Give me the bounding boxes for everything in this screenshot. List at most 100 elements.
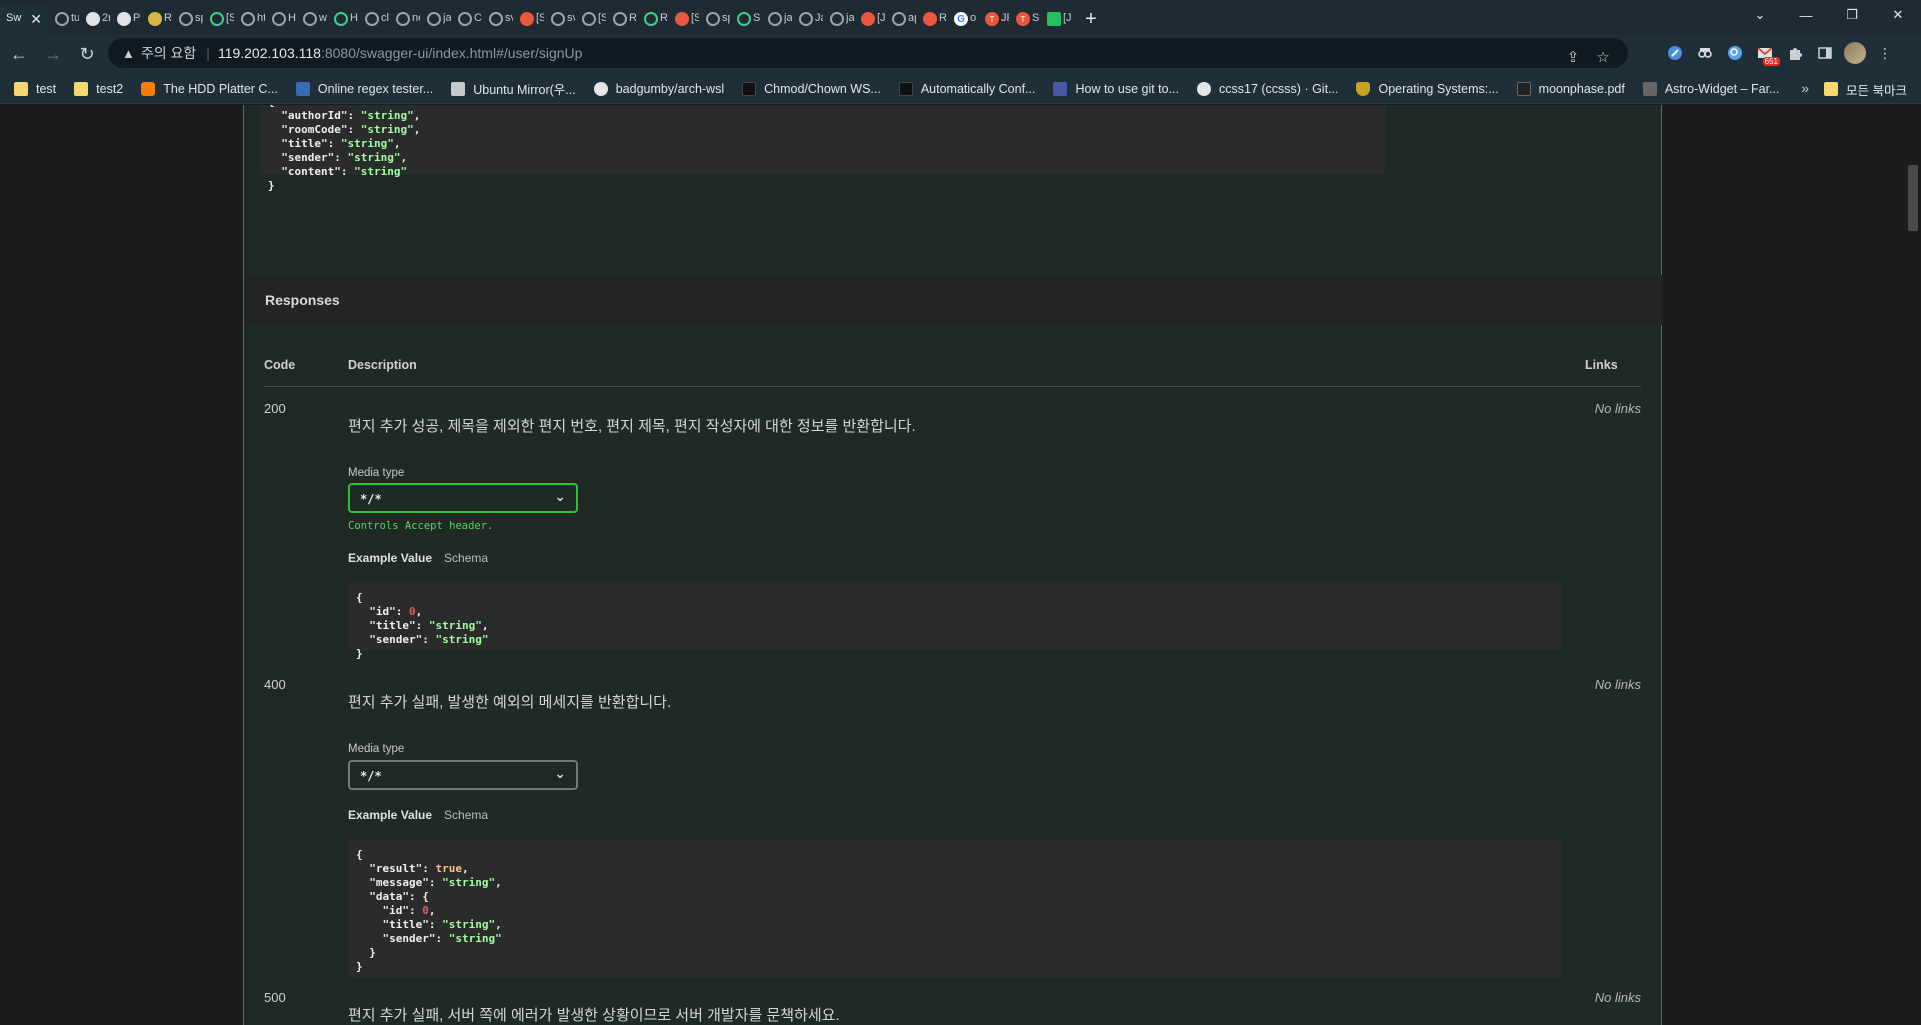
browser-tab[interactable]: ht — [235, 4, 265, 34]
restore-button[interactable]: ❐ — [1829, 0, 1875, 30]
address-bar[interactable]: ▲ 주의 요함 | 119.202.103.118 :8080/swagger-… — [108, 38, 1628, 68]
browser-tab[interactable]: Pr — [111, 4, 141, 34]
bookmark-item[interactable]: ccss17 (ccsss) · Git... — [1197, 81, 1338, 96]
browser-tab[interactable]: TSp — [1010, 4, 1040, 34]
browser-tab[interactable]: [S — [669, 4, 699, 34]
bookmark-item[interactable]: Automatically Conf... — [898, 81, 1035, 96]
browser-tab[interactable]: R — [917, 4, 947, 34]
browser-tab[interactable]: [S — [204, 4, 234, 34]
browser-tab[interactable]: H — [266, 4, 296, 34]
tab-label: R — [629, 12, 637, 24]
bookmark-list: test test2 The HDD Platter C... Online rege… — [14, 79, 1797, 98]
site-icon — [675, 12, 689, 26]
tab-schema[interactable]: Schema — [444, 808, 488, 822]
browser-tab[interactable]: sp — [173, 4, 203, 34]
browser-tab[interactable]: sv — [483, 4, 513, 34]
tab-schema[interactable]: Schema — [444, 551, 488, 565]
media-type-select[interactable]: */* ⌄ — [348, 483, 578, 513]
browser-tab[interactable]: TJF — [979, 4, 1009, 34]
browser-tab[interactable]: R — [607, 4, 637, 34]
scrollbar-thumb[interactable] — [1908, 165, 1918, 231]
share-icon[interactable]: ⇪ — [1558, 42, 1588, 72]
browser-tab[interactable]: Rl — [142, 4, 172, 34]
spy-extension-icon[interactable] — [1690, 38, 1720, 68]
bookmark-item[interactable]: Astro-Widget – Far... — [1642, 81, 1779, 96]
r-icon — [295, 81, 310, 96]
close-window-button[interactable]: ✕ — [1875, 0, 1921, 30]
browser-tab[interactable]: ne — [390, 4, 420, 34]
pen-extension-icon[interactable] — [1660, 38, 1690, 68]
browser-tab[interactable]: sp — [700, 4, 730, 34]
bookmark-item[interactable]: badgumby/arch-wsl — [593, 81, 724, 96]
more-bookmarks-icon[interactable]: » — [1801, 80, 1809, 96]
bookmark-label: moonphase.pdf — [1538, 81, 1625, 96]
bookmark-star-icon[interactable]: ☆ — [1588, 42, 1618, 72]
browser-tab[interactable]: H — [328, 4, 358, 34]
tab-active[interactable]: Sw ✕ — [0, 4, 48, 34]
tab-label: R — [939, 12, 947, 24]
forward-button[interactable]: → — [38, 39, 68, 69]
tab-example-value[interactable]: Example Value — [348, 551, 432, 565]
browser-tab[interactable]: [J — [855, 4, 885, 34]
responses-header: Responses — [245, 275, 1662, 325]
nb-icon — [1053, 81, 1068, 96]
close-tab-icon[interactable]: ✕ — [30, 11, 42, 28]
browser-toolbar: ← → ↻ ▲ 주의 요함 | 119.202.103.118 :8080/sw… — [0, 34, 1921, 74]
bookmark-item[interactable]: Chmod/Chown WS... — [742, 81, 881, 96]
search-extension-icon[interactable] — [1720, 38, 1750, 68]
bookmark-item[interactable]: test — [14, 81, 56, 96]
browser-tab[interactable]: cl — [359, 4, 389, 34]
bookmark-item[interactable]: Ubuntu Mirror(우... — [451, 79, 576, 98]
browser-tab[interactable]: ja — [421, 4, 451, 34]
operation-panel: { "authorId": "string", "roomCode": "str… — [243, 105, 1662, 1025]
tab-label: ja — [784, 12, 792, 24]
browser-tab[interactable]: 2r — [80, 4, 110, 34]
browser-tab[interactable]: [S — [576, 4, 606, 34]
tab-label: ja — [443, 12, 451, 24]
response-example-400: { "result": true, "message": "string", "… — [348, 840, 1561, 978]
bookmark-item[interactable]: Online regex tester... — [295, 81, 433, 96]
browser-tab[interactable]: ja — [762, 4, 792, 34]
swagger-icon — [334, 12, 348, 26]
side-panel-icon[interactable] — [1810, 38, 1840, 68]
all-bookmarks-label: 모든 북마크 — [1846, 83, 1907, 98]
mail-extension-icon[interactable]: 651 — [1750, 38, 1780, 68]
tab-search-button[interactable]: ⌄ — [1737, 0, 1783, 30]
browser-tab[interactable]: ap — [886, 4, 916, 34]
back-button[interactable]: ← — [4, 39, 34, 69]
tab-label: ja — [846, 12, 854, 24]
browser-tab[interactable]: C — [452, 4, 482, 34]
puzzle-icon[interactable] — [1780, 38, 1810, 68]
bookmark-item[interactable]: test2 — [74, 81, 123, 96]
astro-icon — [1642, 81, 1657, 96]
bookmark-item[interactable]: The HDD Platter C... — [141, 81, 278, 96]
tab-label: Sp — [753, 12, 761, 24]
browser-tab[interactable]: R — [638, 4, 668, 34]
new-tab-button[interactable]: + — [1076, 4, 1106, 34]
minimize-button[interactable]: — — [1783, 0, 1829, 30]
browser-tab[interactable]: tu — [49, 4, 79, 34]
browser-tab[interactable]: ja — [824, 4, 854, 34]
all-bookmarks-folder[interactable]: 모든 북마크 — [1824, 74, 1907, 104]
page-scrollbar[interactable] — [1905, 105, 1921, 1025]
media-type-select[interactable]: */* ⌄ — [348, 760, 578, 790]
tab-example-value[interactable]: Example Value — [348, 808, 432, 822]
warning-icon[interactable]: ▲ — [122, 46, 135, 61]
bookmark-item[interactable]: Operating Systems:... — [1356, 81, 1499, 96]
browser-tab[interactable]: [S — [514, 4, 544, 34]
bookmark-item[interactable]: How to use git to... — [1053, 81, 1179, 96]
browser-tab[interactable]: sv — [545, 4, 575, 34]
security-label[interactable]: 주의 요함 — [141, 43, 196, 63]
menu-kebab-icon[interactable]: ⋮ — [1870, 38, 1900, 68]
browser-tab[interactable]: w — [297, 4, 327, 34]
browser-tab[interactable]: Go — [948, 4, 978, 34]
pdf-icon — [1516, 81, 1531, 96]
browser-tab[interactable]: Sp — [731, 4, 761, 34]
browser-tab[interactable]: Ja — [793, 4, 823, 34]
reload-button[interactable]: ↻ — [72, 39, 102, 69]
bookmark-item[interactable]: moonphase.pdf — [1516, 81, 1625, 96]
profile-avatar[interactable] — [1840, 38, 1870, 68]
response-links: No links — [1594, 677, 1641, 692]
browser-tab[interactable]: [J — [1041, 4, 1071, 34]
globe-icon — [241, 12, 255, 26]
